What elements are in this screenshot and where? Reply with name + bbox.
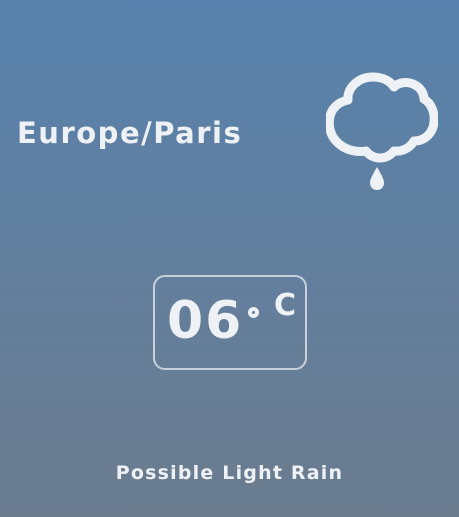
temperature-unit: C (274, 288, 297, 323)
temperature-value: 06 (167, 291, 244, 351)
degree-symbol (248, 307, 259, 318)
location-label: Europe/Paris (17, 116, 243, 150)
weather-condition: Possible Light Rain (115, 462, 344, 484)
weather-card: Europe/Paris 06 C Possible Light Rain (0, 0, 459, 517)
temperature-box: 06 C (153, 275, 307, 370)
rain-cloud-icon (324, 72, 439, 192)
